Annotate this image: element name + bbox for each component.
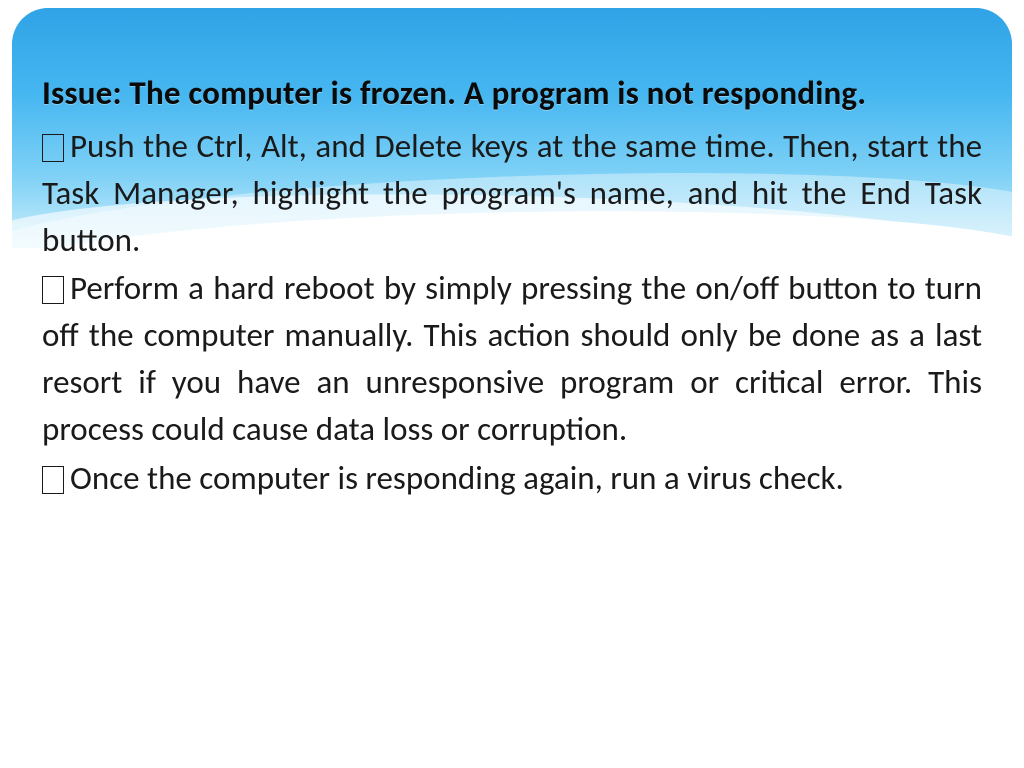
bullet-item: ⁡Perform a hard reboot by simply pressin… — [42, 265, 982, 452]
bullet-text: Perform a hard reboot by simply pressing… — [42, 268, 982, 449]
bullet-text: Once the computer is responding again, r… — [70, 458, 844, 498]
bullet-icon: ⁡ — [42, 134, 64, 162]
bullet-item: ⁡Once the computer is responding again, … — [42, 455, 982, 502]
issue-heading: Issue: The computer is frozen. A program… — [42, 70, 982, 117]
slide-card: Issue: The computer is frozen. A program… — [12, 8, 1012, 760]
bullet-item: ⁡Push the Ctrl, Alt, and Delete keys at … — [42, 123, 982, 264]
bullet-icon: ⁡ — [42, 276, 64, 304]
bullet-text: Push the Ctrl, Alt, and Delete keys at t… — [42, 126, 982, 260]
bullet-icon: ⁡ — [42, 466, 64, 494]
slide-content: Issue: The computer is frozen. A program… — [42, 70, 982, 502]
